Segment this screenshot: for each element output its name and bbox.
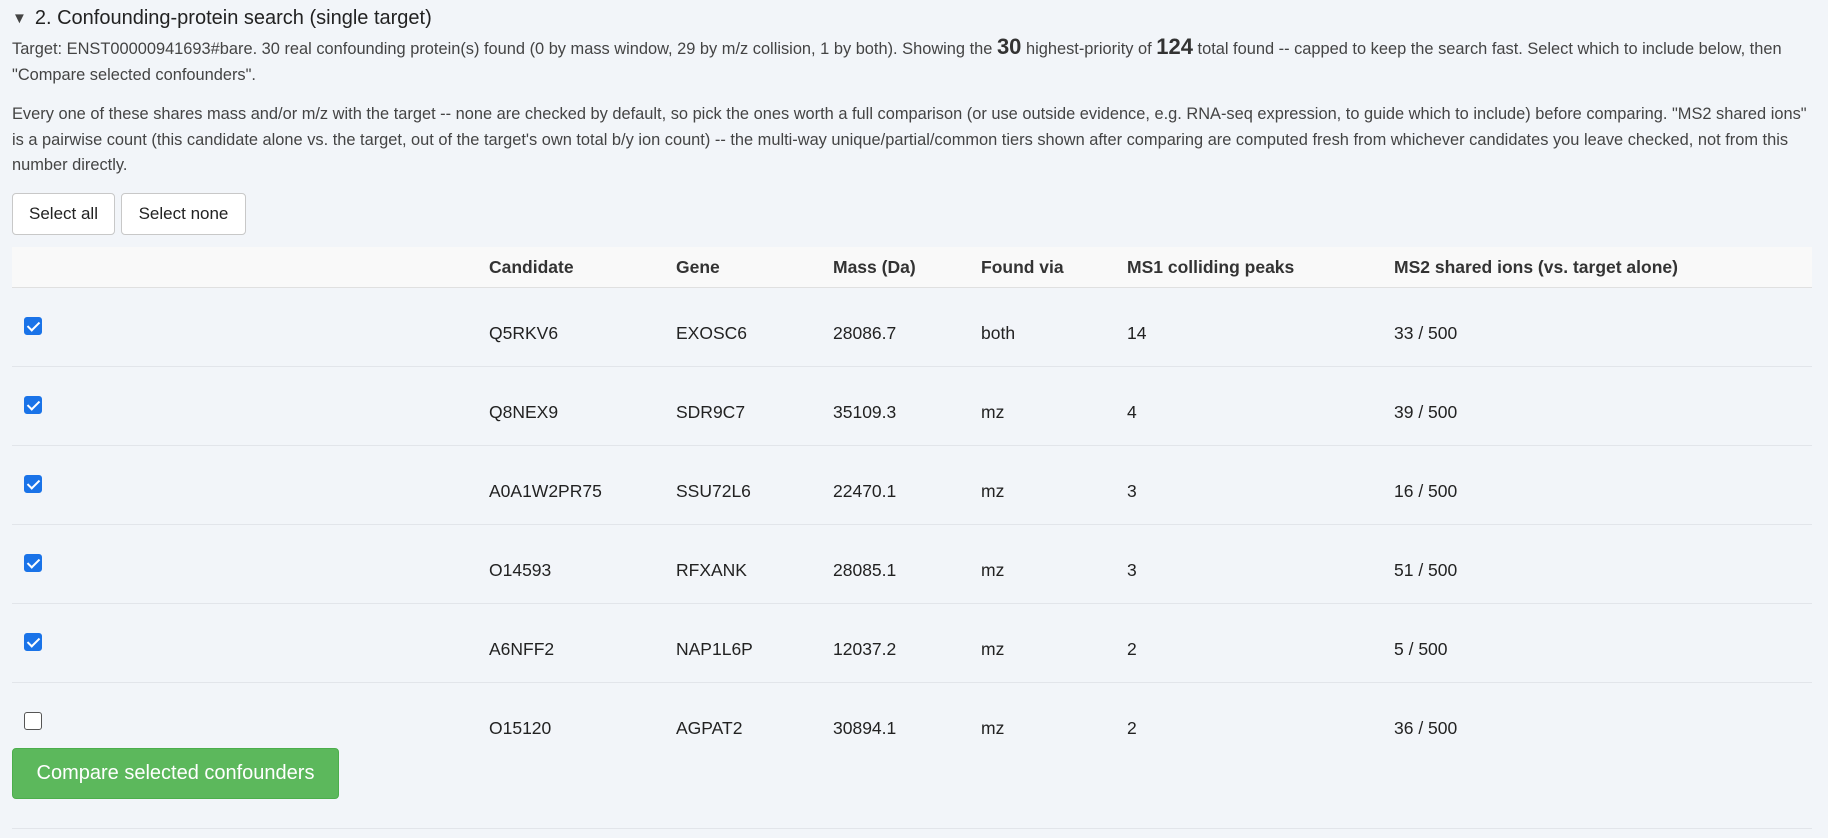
table-row: A6NFF2 NAP1L6P 12037.2 mz 2 5 / 500 — [12, 604, 1812, 683]
ms2-ions-cell: 39 / 500 — [1394, 402, 1458, 422]
ms2-ions-cell: 33 / 500 — [1394, 323, 1458, 343]
gene-cell: RFXANK — [676, 560, 747, 580]
row-checkbox[interactable] — [24, 475, 42, 493]
row-checkbox[interactable] — [24, 554, 42, 572]
table-row: Q5RKV6 EXOSC6 28086.7 both 14 33 / 500 — [12, 288, 1812, 367]
candidate-cell: A0A1W2PR75 — [489, 481, 602, 501]
collapse-caret-icon[interactable]: ▼ — [12, 10, 27, 27]
candidate-cell: O15120 — [489, 718, 552, 738]
gene-cell: SDR9C7 — [676, 402, 746, 422]
header-candidate: Candidate — [489, 257, 574, 277]
table-row: Q8NEX9 SDR9C7 35109.3 mz 4 39 / 500 — [12, 367, 1812, 446]
mass-cell: 28085.1 — [833, 560, 897, 580]
found-via-cell: mz — [981, 481, 1005, 501]
ms1-peaks-cell: 2 — [1127, 718, 1137, 738]
table-row: O14593 RFXANK 28085.1 mz 3 51 / 500 — [12, 525, 1812, 604]
ms2-ions-cell: 5 / 500 — [1394, 639, 1448, 659]
header-ms2: MS2 shared ions (vs. target alone) — [1394, 257, 1678, 277]
candidate-cell: Q8NEX9 — [489, 402, 559, 422]
total-count: 124 — [1156, 34, 1193, 59]
mass-cell: 12037.2 — [833, 639, 897, 659]
ms2-ions-cell: 51 / 500 — [1394, 560, 1458, 580]
header-gene: Gene — [676, 257, 720, 277]
row-checkbox[interactable] — [24, 317, 42, 335]
ms1-peaks-cell: 2 — [1127, 639, 1137, 659]
gene-cell: SSU72L6 — [676, 481, 751, 501]
instructions-text: Every one of these shares mass and/or m/… — [12, 105, 1807, 174]
table-row: A0A1W2PR75 SSU72L6 22470.1 mz 3 16 / 500 — [12, 446, 1812, 525]
header-mass: Mass (Da) — [833, 257, 916, 277]
section-divider — [12, 828, 1812, 829]
header-ms1: MS1 colliding peaks — [1127, 257, 1295, 277]
confounder-table: Candidate Gene Mass (Da) Found via MS1 c… — [12, 247, 1812, 761]
header-found-via: Found via — [981, 257, 1064, 277]
target-summary: Target: ENST00000941693#bare. 30 real co… — [12, 34, 1812, 88]
found-via-cell: mz — [981, 718, 1005, 738]
section-header[interactable]: ▼ 2. Confounding-protein search (single … — [12, 4, 432, 32]
row-checkbox[interactable] — [24, 396, 42, 414]
mass-cell: 35109.3 — [833, 402, 897, 422]
row-checkbox[interactable] — [24, 633, 42, 651]
summary-text-1: Target: ENST00000941693#bare. 30 real co… — [12, 40, 997, 58]
mass-cell: 30894.1 — [833, 718, 897, 738]
ms1-peaks-cell: 3 — [1127, 560, 1137, 580]
confounding-protein-section: ▼ 2. Confounding-protein search (single … — [0, 0, 1828, 838]
summary-text-2: highest-priority of — [1021, 40, 1157, 58]
ms2-ions-cell: 36 / 500 — [1394, 718, 1458, 738]
candidate-cell: O14593 — [489, 560, 552, 580]
select-all-button[interactable]: Select all — [12, 193, 115, 235]
ms1-peaks-cell: 4 — [1127, 402, 1137, 422]
candidate-cell: A6NFF2 — [489, 639, 555, 659]
ms1-peaks-cell: 3 — [1127, 481, 1137, 501]
section-title: 2. Confounding-protein search (single ta… — [34, 6, 432, 29]
ms1-peaks-cell: 14 — [1127, 323, 1147, 343]
shown-count: 30 — [996, 34, 1022, 59]
table-header: Candidate Gene Mass (Da) Found via MS1 c… — [12, 247, 1812, 288]
mass-cell: 22470.1 — [833, 481, 897, 501]
gene-cell: NAP1L6P — [676, 639, 753, 659]
found-via-cell: mz — [981, 402, 1005, 422]
gene-cell: AGPAT2 — [676, 718, 743, 738]
table-body: Q5RKV6 EXOSC6 28086.7 both 14 33 / 500 Q8NEX9 S… — [12, 288, 1812, 761]
mass-cell: 28086.7 — [833, 323, 897, 343]
gene-cell: EXOSC6 — [676, 323, 747, 343]
selection-buttons: Select all Select none — [12, 193, 246, 235]
select-none-button[interactable]: Select none — [121, 193, 246, 235]
found-via-cell: both — [981, 323, 1016, 343]
found-via-cell: mz — [981, 639, 1005, 659]
candidate-cell: Q5RKV6 — [489, 323, 559, 343]
row-checkbox[interactable] — [24, 712, 42, 730]
found-via-cell: mz — [981, 560, 1005, 580]
compare-selected-button[interactable]: Compare selected confounders — [12, 748, 339, 799]
ms2-ions-cell: 16 / 500 — [1394, 481, 1458, 501]
